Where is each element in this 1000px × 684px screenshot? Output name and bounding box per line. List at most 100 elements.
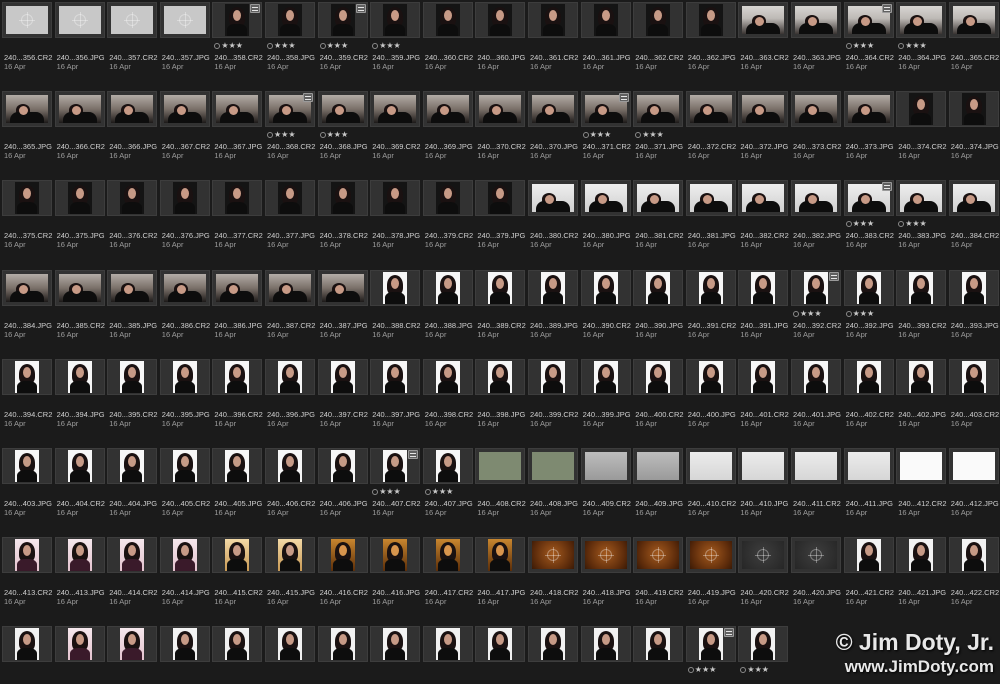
- thumbnail-cell[interactable]: 240...410.JPG 16 Apr: [738, 448, 790, 535]
- thumbnail-frame[interactable]: [212, 537, 263, 574]
- thumbnail-cell[interactable]: 240...415.JPG 16 Apr: [265, 537, 317, 624]
- thumbnail-frame[interactable]: [580, 448, 631, 484]
- thumbnail-cell[interactable]: 240...378.JPG 16 Apr: [370, 180, 422, 267]
- photo-thumbnail[interactable]: [856, 539, 881, 572]
- thumbnail-cell[interactable]: 240...370.CR2 16 Apr: [475, 91, 527, 178]
- star-rating[interactable]: ★★★: [642, 130, 664, 139]
- thumbnail-cell[interactable]: 240...381.CR2 16 Apr: [633, 180, 685, 267]
- thumbnail-cell[interactable]: 240...405.CR2 16 Apr: [159, 448, 212, 535]
- thumbnail-cell[interactable]: 240...402.JPG 16 Apr: [896, 358, 948, 446]
- thumbnail-cell[interactable]: [633, 626, 685, 684]
- star-rating[interactable]: ★★★: [853, 309, 875, 318]
- thumbnail-cell[interactable]: 240...369.JPG 16 Apr: [422, 91, 475, 178]
- thumbnail-cell[interactable]: 240...379.CR2 16 Apr: [422, 180, 475, 267]
- photo-thumbnail[interactable]: [225, 360, 250, 393]
- thumbnail-cell[interactable]: ★★★ 240...368.JPG 16 Apr: [317, 91, 370, 178]
- photo-thumbnail[interactable]: [751, 360, 776, 393]
- thumbnail-frame[interactable]: [685, 626, 736, 663]
- thumbnail-cell[interactable]: 240...357.CR2 16 Apr: [107, 2, 159, 89]
- photo-thumbnail[interactable]: [172, 182, 197, 215]
- thumbnail-cell[interactable]: 240...398.JPG 16 Apr: [475, 358, 527, 446]
- thumbnail-cell[interactable]: 240...411.CR2 16 Apr: [791, 448, 843, 535]
- thumbnail-cell[interactable]: [107, 626, 159, 684]
- thumbnail-frame[interactable]: [738, 2, 789, 38]
- photo-thumbnail[interactable]: [593, 360, 618, 393]
- thumbnail-frame[interactable]: [2, 448, 52, 484]
- photo-thumbnail[interactable]: [111, 6, 154, 34]
- thumbnail-cell[interactable]: 240...385.JPG 16 Apr: [107, 269, 159, 357]
- photo-thumbnail[interactable]: [742, 184, 785, 213]
- thumbnail-cell[interactable]: 240...414.CR2 16 Apr: [107, 537, 159, 624]
- thumbnail-cell[interactable]: 240...419.JPG 16 Apr: [685, 537, 738, 624]
- pick-flag-icon[interactable]: [424, 489, 431, 495]
- thumbnail-frame[interactable]: [896, 180, 947, 217]
- star-rating[interactable]: ★★★: [327, 130, 349, 139]
- adjustments-badge-icon[interactable]: [618, 93, 629, 103]
- thumbnail-cell[interactable]: [422, 626, 475, 684]
- thumbnail-frame[interactable]: [580, 626, 631, 663]
- thumbnail-cell[interactable]: 240...382.CR2 16 Apr: [738, 180, 790, 267]
- thumbnail-frame[interactable]: [370, 2, 421, 38]
- thumbnail-cell[interactable]: [370, 626, 422, 684]
- thumbnail-frame[interactable]: [107, 448, 158, 484]
- rating-row[interactable]: ★★★: [687, 665, 738, 674]
- thumbnail-frame[interactable]: [580, 180, 631, 217]
- thumbnail-cell[interactable]: 240...416.CR2 16 Apr: [317, 537, 370, 624]
- thumbnail-frame[interactable]: [422, 180, 473, 217]
- photo-thumbnail[interactable]: [58, 95, 101, 124]
- thumbnail-cell[interactable]: 240...412.JPG 16 Apr: [948, 448, 1000, 535]
- thumbnail-cell[interactable]: 240...362.CR2 16 Apr: [633, 2, 685, 89]
- photo-thumbnail[interactable]: [435, 271, 460, 304]
- thumbnail-frame[interactable]: [2, 2, 52, 38]
- thumbnail-cell[interactable]: ★★★ 240...392.CR2 16 Apr: [791, 269, 843, 357]
- thumbnail-frame[interactable]: [528, 269, 578, 306]
- thumbnail-frame[interactable]: [422, 626, 473, 663]
- thumbnail-cell[interactable]: 240...361.JPG 16 Apr: [580, 2, 633, 89]
- star-rating[interactable]: ★★★: [590, 130, 612, 139]
- thumbnail-frame[interactable]: [265, 91, 315, 128]
- thumbnail-frame[interactable]: [475, 180, 526, 217]
- thumbnail-frame[interactable]: [422, 91, 473, 128]
- photo-thumbnail[interactable]: [751, 271, 776, 304]
- thumbnail-frame[interactable]: [159, 269, 210, 306]
- thumbnail-frame[interactable]: [212, 91, 263, 128]
- thumbnail-frame[interactable]: [633, 91, 684, 128]
- thumbnail-frame[interactable]: [791, 448, 841, 484]
- star-rating[interactable]: ★★★: [905, 219, 927, 228]
- thumbnail-frame[interactable]: [738, 180, 789, 217]
- thumbnail-cell[interactable]: 240...414.JPG 16 Apr: [159, 537, 212, 624]
- photo-thumbnail[interactable]: [321, 273, 364, 302]
- photo-thumbnail[interactable]: [646, 271, 671, 304]
- thumbnail-frame[interactable]: [370, 180, 421, 217]
- star-rating[interactable]: ★★★: [432, 487, 454, 496]
- thumbnail-frame[interactable]: [633, 180, 684, 217]
- star-rating[interactable]: ★★★: [905, 41, 927, 50]
- thumbnail-frame[interactable]: [738, 91, 789, 128]
- thumbnail-frame[interactable]: [685, 358, 736, 395]
- thumbnail-frame[interactable]: [528, 91, 578, 128]
- star-rating[interactable]: ★★★: [274, 130, 296, 139]
- thumbnail-frame[interactable]: [843, 358, 894, 395]
- thumbnail-frame[interactable]: [528, 537, 578, 574]
- photo-thumbnail[interactable]: [479, 95, 522, 124]
- thumbnail-cell[interactable]: 240...365.JPG 16 Apr: [2, 91, 54, 178]
- photo-thumbnail[interactable]: [172, 628, 197, 661]
- thumbnail-frame[interactable]: [791, 358, 841, 395]
- thumbnail-frame[interactable]: [54, 448, 105, 484]
- thumbnail-frame[interactable]: [528, 180, 578, 217]
- thumbnail-frame[interactable]: [212, 626, 263, 663]
- thumbnail-cell[interactable]: 240...409.CR2 16 Apr: [580, 448, 633, 535]
- pick-flag-icon[interactable]: [898, 221, 905, 228]
- thumbnail-cell[interactable]: ★★★ 240...364.CR2 16 Apr: [843, 2, 896, 89]
- photo-thumbnail[interactable]: [120, 450, 145, 482]
- thumbnail-frame[interactable]: [422, 448, 473, 484]
- thumbnail-cell[interactable]: 240...418.JPG 16 Apr: [580, 537, 633, 624]
- thumbnail-frame[interactable]: [475, 537, 526, 574]
- thumbnail-frame[interactable]: [843, 180, 894, 217]
- photo-thumbnail[interactable]: [795, 184, 837, 213]
- thumbnail-cell[interactable]: 240...420.CR2 16 Apr: [738, 537, 790, 624]
- photo-thumbnail[interactable]: [15, 360, 39, 393]
- thumbnail-cell[interactable]: 240...376.JPG 16 Apr: [159, 180, 212, 267]
- photo-thumbnail[interactable]: [795, 452, 837, 480]
- photo-thumbnail[interactable]: [646, 628, 671, 661]
